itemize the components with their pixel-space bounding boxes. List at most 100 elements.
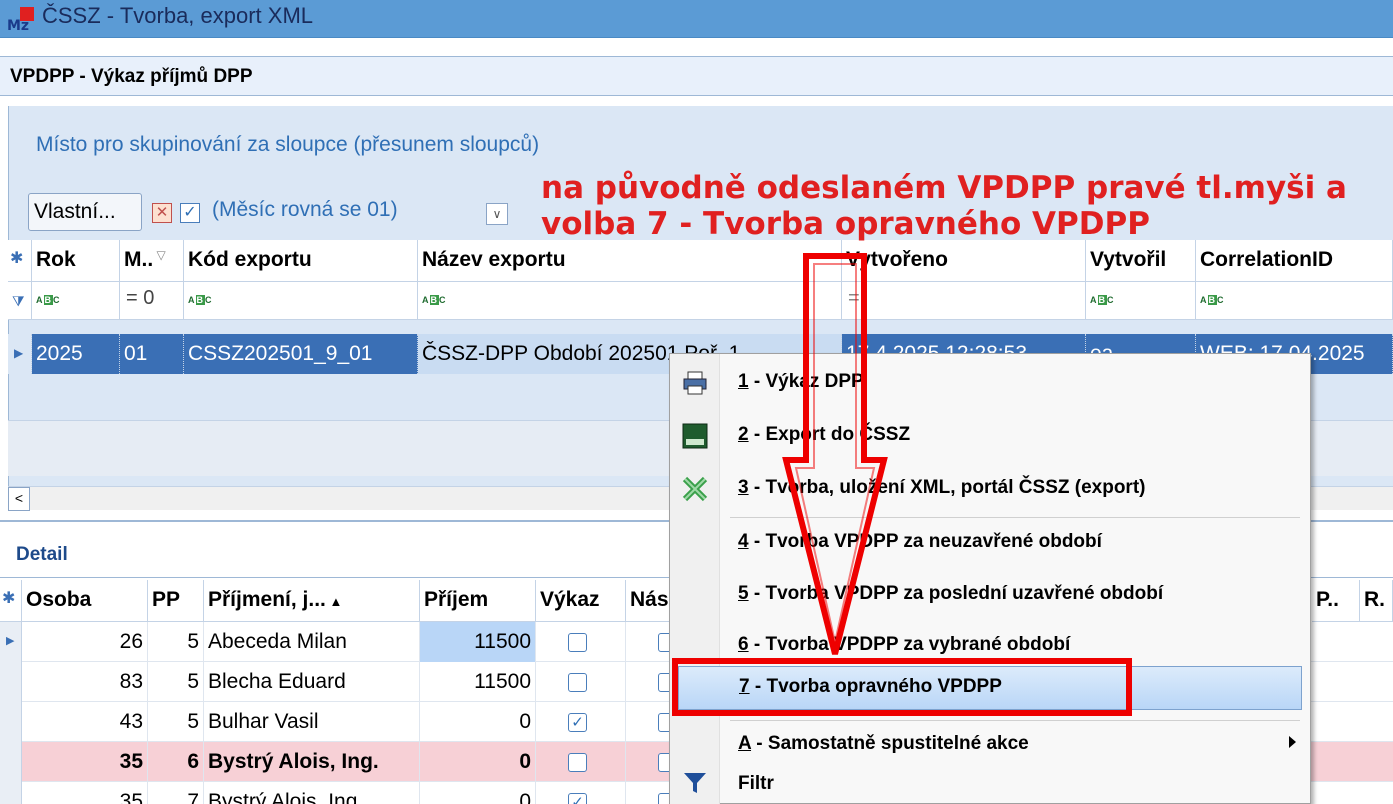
cell-vykaz[interactable]: ✓ bbox=[536, 782, 626, 804]
filter-cell-kod[interactable]: ABC bbox=[184, 282, 418, 320]
filter-cell-rok[interactable]: ABC bbox=[32, 282, 120, 320]
vykaz-checkbox-checked[interactable]: ✓ bbox=[568, 712, 587, 732]
detail-col-r[interactable]: R. bbox=[1360, 580, 1393, 622]
detail-corner-icon[interactable]: ✱ bbox=[0, 580, 22, 622]
cell-prijmeni[interactable]: Bulhar Vasil bbox=[204, 702, 420, 742]
vykaz-checkbox[interactable] bbox=[568, 752, 587, 772]
col-header-nazev-exportu[interactable]: Název exportu bbox=[418, 240, 842, 282]
custom-filter-button[interactable]: Vlastní... bbox=[28, 193, 142, 231]
col-header-mesic-label: M.. bbox=[124, 248, 154, 271]
filter-eq-operator: = bbox=[126, 287, 138, 309]
detail-col-prijmeni[interactable]: Příjmení, j... ▲ bbox=[204, 580, 420, 622]
annotation-line-1: na původně odeslaném VPDPP pravé tl.myši… bbox=[541, 170, 1347, 206]
col-header-rok[interactable]: Rok bbox=[32, 240, 120, 282]
cell-pp[interactable]: 7 bbox=[148, 782, 204, 804]
mzdy-app-icon: Mz bbox=[7, 7, 34, 32]
grid-corner-icon[interactable]: ✱ bbox=[8, 240, 32, 282]
detail-col-p[interactable]: P.. bbox=[1312, 580, 1360, 622]
col-header-correlationid[interactable]: CorrelationID bbox=[1196, 240, 1393, 282]
cell-osoba[interactable]: 35 bbox=[22, 782, 148, 804]
menu-key: 5 bbox=[738, 583, 749, 604]
cell-vykaz[interactable] bbox=[536, 742, 626, 782]
menu-key: 6 bbox=[738, 634, 749, 655]
abc-icon: ABC bbox=[1200, 295, 1225, 305]
filter-cell-correlation[interactable]: ABC bbox=[1196, 282, 1393, 320]
cell-pp[interactable]: 5 bbox=[148, 622, 204, 662]
menu-label: Filtr bbox=[738, 773, 774, 794]
cell-vykaz[interactable] bbox=[536, 622, 626, 662]
abc-icon: ABC bbox=[36, 295, 61, 305]
detail-col-osoba[interactable]: Osoba bbox=[22, 580, 148, 622]
detail-col-prijem[interactable]: Příjem bbox=[420, 580, 536, 622]
cell-pp[interactable]: 5 bbox=[148, 702, 204, 742]
cell-pp[interactable]: 6 bbox=[148, 742, 204, 782]
printer-icon bbox=[683, 371, 707, 395]
col-header-mesic[interactable]: M.. ▽ bbox=[120, 240, 184, 282]
window-title: ČSSZ - Tvorba, export XML bbox=[42, 3, 314, 28]
cell-vykaz[interactable] bbox=[536, 662, 626, 702]
scroll-left-icon[interactable]: < bbox=[8, 487, 30, 511]
cell-kod-exportu[interactable]: CSSZ202501_9_01 bbox=[184, 334, 418, 374]
cell-osoba[interactable]: 26 bbox=[22, 622, 148, 662]
vykaz-checkbox[interactable] bbox=[568, 632, 587, 652]
row-indicator-icon: ▶ bbox=[0, 622, 22, 662]
menu-item-tvorba-xml[interactable]: 3 - Tvorba, uložení XML, portál ČSSZ (ex… bbox=[670, 464, 1310, 514]
vpdpp-panel-title: VPDPP - Výkaz příjmů DPP bbox=[10, 66, 253, 87]
filter-cell-nazev[interactable]: ABC bbox=[418, 282, 842, 320]
clear-filter-icon[interactable]: ✕ bbox=[152, 203, 172, 223]
annotation-highlight-box bbox=[672, 658, 1132, 716]
vykaz-checkbox-checked[interactable]: ✓ bbox=[568, 792, 587, 804]
cell-osoba[interactable]: 83 bbox=[22, 662, 148, 702]
filter-cell-vytvoril[interactable]: ABC bbox=[1086, 282, 1196, 320]
menu-item-filtr[interactable]: Filtr bbox=[670, 760, 1310, 804]
cell-prijem[interactable]: 0 bbox=[420, 702, 536, 742]
cell-prijmeni[interactable]: Abeceda Milan bbox=[204, 622, 420, 662]
menu-label: - Samostatně spustitelné akce bbox=[751, 733, 1029, 754]
cell-vykaz[interactable]: ✓ bbox=[536, 702, 626, 742]
cell-prijem[interactable]: 11500 bbox=[420, 662, 536, 702]
active-filter-text[interactable]: (Měsíc rovná se 01) bbox=[212, 198, 398, 222]
menu-item-vykaz-dpp[interactable]: 1 - Výkaz DPP bbox=[670, 358, 1310, 408]
filter-cell-mesic[interactable]: = 0 bbox=[120, 282, 184, 320]
cell-rok[interactable]: 2025 bbox=[32, 334, 120, 374]
cell-prijem[interactable]: 0 bbox=[420, 742, 536, 782]
column-filter-icon[interactable]: ▽ bbox=[153, 248, 166, 262]
cssz-export-icon bbox=[682, 423, 708, 449]
col-header-kod-exportu[interactable]: Kód exportu bbox=[184, 240, 418, 282]
row-indicator bbox=[0, 702, 22, 742]
menu-item-posledni-uzavrene[interactable]: 5 - Tvorba VPDPP za poslední uzavřené ob… bbox=[670, 570, 1310, 620]
detail-col-vykaz[interactable]: Výkaz bbox=[536, 580, 626, 622]
cell-prijmeni[interactable]: Blecha Eduard bbox=[204, 662, 420, 702]
filter-icon bbox=[684, 773, 706, 793]
cell-prijmeni[interactable]: Bystrý Alois, Ing. bbox=[204, 742, 420, 782]
row-indicator-icon: ▶ bbox=[8, 334, 32, 374]
col-header-vytvoril[interactable]: Vytvořil bbox=[1086, 240, 1196, 282]
cell-prijmeni[interactable]: Bystrý Alois, Ing. bbox=[204, 782, 420, 804]
svg-text:Mz: Mz bbox=[7, 18, 29, 32]
annotation-line-2: volba 7 - Tvorba opravného VPDPP bbox=[541, 206, 1150, 242]
vpdpp-panel-header: VPDPP - Výkaz příjmů DPP bbox=[0, 56, 1393, 96]
row-indicator bbox=[0, 662, 22, 702]
window-titlebar: Mz ČSSZ - Tvorba, export XML bbox=[0, 0, 1393, 38]
annotation-arrow-icon bbox=[782, 253, 888, 655]
cell-pp[interactable]: 5 bbox=[148, 662, 204, 702]
detail-col-prijmeni-label: Příjmení, j... bbox=[208, 588, 326, 611]
detail-panel-title: Detail bbox=[16, 544, 68, 565]
row-indicator bbox=[0, 782, 22, 804]
abc-icon: ABC bbox=[188, 295, 213, 305]
group-by-hint: Místo pro skupinování za sloupce (přesun… bbox=[36, 133, 540, 156]
abc-icon: ABC bbox=[422, 295, 447, 305]
filter-enabled-checkbox[interactable]: ✓ bbox=[180, 203, 200, 223]
menu-item-export-cssz[interactable]: 2 - Export do ČSSZ bbox=[670, 411, 1310, 461]
cell-prijem[interactable]: 11500 bbox=[420, 622, 536, 662]
filter-dropdown-icon[interactable]: ∨ bbox=[486, 203, 508, 225]
vykaz-checkbox[interactable] bbox=[568, 672, 587, 692]
cell-mesic[interactable]: 01 bbox=[120, 334, 184, 374]
cell-prijem[interactable]: 0 bbox=[420, 782, 536, 804]
cell-osoba[interactable]: 43 bbox=[22, 702, 148, 742]
detail-col-pp[interactable]: PP bbox=[148, 580, 204, 622]
cell-osoba[interactable]: 35 bbox=[22, 742, 148, 782]
menu-key: 3 bbox=[738, 477, 749, 498]
xml-icon bbox=[682, 476, 708, 502]
menu-item-neuzavrene[interactable]: 4 - Tvorba VPDPP za neuzavřené období bbox=[670, 518, 1310, 568]
